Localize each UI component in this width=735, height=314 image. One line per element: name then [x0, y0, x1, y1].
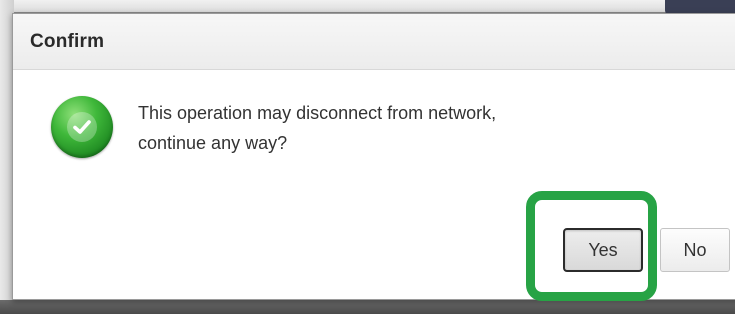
check-badge: [67, 112, 97, 142]
dialog-title: Confirm: [30, 30, 105, 52]
confirm-message: This operation may disconnect from netwo…: [138, 98, 698, 158]
dialog-header: Confirm: [13, 14, 735, 70]
no-button[interactable]: No: [660, 228, 730, 272]
check-circle-icon: [51, 96, 113, 158]
background-page-top: [0, 0, 735, 12]
checkmark-icon: [73, 120, 91, 134]
yes-button[interactable]: Yes: [563, 228, 643, 272]
message-line-1: This operation may disconnect from netwo…: [138, 103, 497, 123]
confirm-dialog: Confirm This operation may disconnect fr…: [12, 13, 735, 300]
background-page-bottom: [0, 300, 735, 314]
message-line-2: continue any way?: [138, 133, 288, 153]
dialog-body: This operation may disconnect from netwo…: [13, 70, 735, 300]
